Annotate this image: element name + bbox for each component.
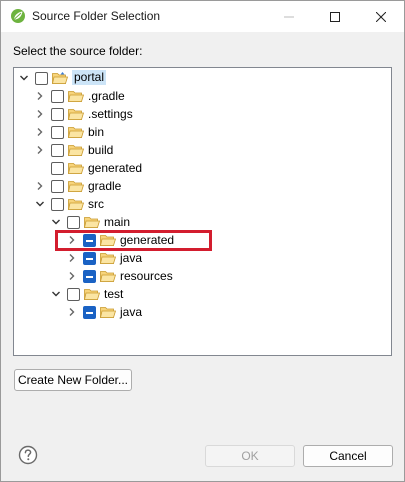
minimize-icon bbox=[284, 16, 294, 17]
tree-item[interactable]: portal bbox=[14, 69, 391, 87]
eclipse-spring-icon bbox=[11, 9, 25, 23]
chevron-right-icon[interactable] bbox=[35, 145, 45, 155]
folder-icon bbox=[68, 127, 84, 138]
folder-icon bbox=[68, 163, 84, 174]
tree-item-checkbox[interactable] bbox=[51, 126, 64, 139]
tree-item[interactable]: gradle bbox=[14, 177, 391, 195]
chevron-down-icon[interactable] bbox=[51, 289, 61, 299]
tree-item[interactable]: main bbox=[14, 213, 391, 231]
chevron-right-icon[interactable] bbox=[35, 181, 45, 191]
window-title: Source Folder Selection bbox=[32, 9, 161, 23]
chevron-right-icon[interactable] bbox=[67, 307, 77, 317]
tree-item-label: src bbox=[88, 197, 104, 211]
folder-icon bbox=[68, 91, 84, 102]
chevron-down-icon[interactable] bbox=[51, 217, 61, 227]
cancel-button[interactable]: Cancel bbox=[303, 445, 393, 467]
folder-icon bbox=[84, 217, 100, 228]
tree-item-label: bin bbox=[88, 125, 105, 139]
chevron-down-icon[interactable] bbox=[19, 73, 29, 83]
ok-button[interactable]: OK bbox=[205, 445, 295, 467]
folder-icon bbox=[68, 181, 84, 192]
tree-item-checkbox[interactable] bbox=[51, 162, 64, 175]
tree-item-checkbox[interactable] bbox=[83, 252, 96, 265]
chevron-down-icon[interactable] bbox=[35, 199, 45, 209]
dialog-window: Source Folder Selection Select the sourc… bbox=[0, 0, 405, 482]
close-icon bbox=[376, 11, 386, 22]
tree-item-label: test bbox=[104, 287, 124, 301]
highlight-box bbox=[55, 230, 212, 251]
tree-item[interactable]: build bbox=[14, 141, 391, 159]
tree-item-checkbox[interactable] bbox=[83, 270, 96, 283]
minimize-button[interactable] bbox=[266, 1, 312, 32]
folder-icon bbox=[84, 289, 100, 300]
tree-item[interactable]: resources bbox=[14, 267, 391, 285]
chevron-right-icon[interactable] bbox=[35, 109, 45, 119]
maximize-icon bbox=[330, 11, 340, 22]
close-button[interactable] bbox=[358, 1, 404, 32]
tree-item-label: .gradle bbox=[88, 89, 125, 103]
folder-icon bbox=[100, 307, 116, 318]
folder-icon bbox=[68, 109, 84, 120]
tree-item-checkbox[interactable] bbox=[51, 198, 64, 211]
tree-item-checkbox[interactable] bbox=[51, 90, 64, 103]
tree-item-label: java bbox=[120, 305, 143, 319]
tree-item-checkbox[interactable] bbox=[51, 108, 64, 121]
tree-item-label: portal bbox=[72, 70, 107, 85]
chevron-right-icon[interactable] bbox=[67, 253, 77, 263]
chevron-right-icon[interactable] bbox=[35, 91, 45, 101]
tree-item-label: gradle bbox=[88, 179, 122, 193]
folder-icon bbox=[100, 271, 116, 282]
tree-item[interactable]: java bbox=[14, 249, 391, 267]
prompt-label: Select the source folder: bbox=[13, 44, 143, 58]
tree-item[interactable]: bin bbox=[14, 123, 391, 141]
tree-item-label: generated bbox=[88, 161, 143, 175]
chevron-right-icon[interactable] bbox=[67, 271, 77, 281]
tree-item[interactable]: generated bbox=[14, 159, 391, 177]
title-bar[interactable]: Source Folder Selection bbox=[1, 1, 404, 32]
tree-item[interactable]: .settings bbox=[14, 105, 391, 123]
folder-icon bbox=[68, 145, 84, 156]
tree-item-label: resources bbox=[120, 269, 173, 283]
tree-item-checkbox[interactable] bbox=[51, 180, 64, 193]
tree-item-label: main bbox=[104, 215, 131, 229]
folder-tree[interactable]: portal .gradle .settings bin build generated g… bbox=[13, 67, 392, 356]
tree-item-checkbox[interactable] bbox=[67, 288, 80, 301]
folder-icon bbox=[68, 199, 84, 210]
create-new-folder-button[interactable]: Create New Folder... bbox=[14, 369, 132, 391]
tree-item[interactable]: src bbox=[14, 195, 391, 213]
tree-item[interactable]: java bbox=[14, 303, 391, 321]
chevron-right-icon[interactable] bbox=[35, 127, 45, 137]
tree-item-checkbox[interactable] bbox=[51, 144, 64, 157]
tree-item-label: java bbox=[120, 251, 143, 265]
tree-item[interactable]: .gradle bbox=[14, 87, 391, 105]
tree-item-checkbox[interactable] bbox=[67, 216, 80, 229]
tree-item-checkbox[interactable] bbox=[83, 306, 96, 319]
help-icon[interactable] bbox=[18, 445, 38, 465]
tree-item-label: build bbox=[88, 143, 114, 157]
maximize-button[interactable] bbox=[312, 1, 358, 32]
tree-item-checkbox[interactable] bbox=[35, 72, 48, 85]
folder-icon bbox=[100, 253, 116, 264]
tree-item[interactable]: test bbox=[14, 285, 391, 303]
project-folder-icon bbox=[52, 72, 68, 84]
tree-item-label: .settings bbox=[88, 107, 133, 121]
